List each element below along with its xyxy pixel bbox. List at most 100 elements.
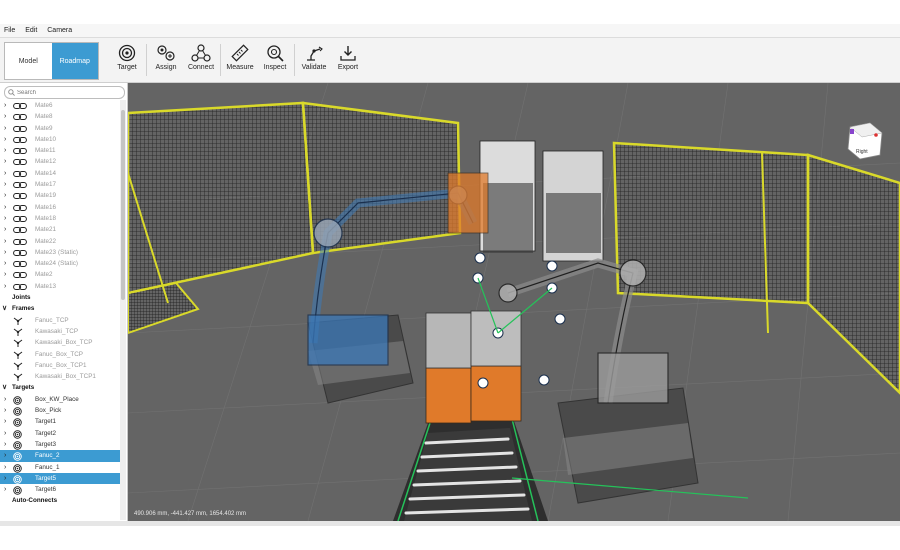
tree-section-joints[interactable]: Joints xyxy=(0,292,120,303)
tree-item-mate[interactable]: › Mate18 xyxy=(0,213,120,224)
tree-item-label: Mate18 xyxy=(35,214,57,222)
scene-render: Right xyxy=(128,83,900,521)
export-button[interactable]: Export xyxy=(328,42,368,80)
tree-item-mate[interactable]: › Mate10 xyxy=(0,134,120,145)
tree-item-target[interactable]: › Target5 xyxy=(0,472,120,485)
target-button[interactable]: Target xyxy=(107,42,147,80)
tree-item-target[interactable]: › Target2 xyxy=(0,428,120,439)
chevron-right-icon[interactable]: › xyxy=(4,224,6,235)
viewcube-face-label: Right xyxy=(856,149,868,155)
tree-item-label: Mate2 xyxy=(35,271,53,279)
tree-item-mate[interactable]: › Mate11 xyxy=(0,145,120,156)
chevron-right-icon[interactable]: › xyxy=(4,439,6,450)
tree-item-frame[interactable]: Kawasaki_Box_TCP1 xyxy=(0,371,120,382)
measure-button[interactable]: Measure xyxy=(220,42,260,80)
tree-scrollbar[interactable] xyxy=(120,100,126,520)
chevron-right-icon[interactable]: › xyxy=(4,416,6,427)
chevron-right-icon[interactable]: › xyxy=(4,462,6,473)
tree-item-frame[interactable]: Kawasaki_TCP xyxy=(0,326,120,337)
chevron-right-icon[interactable]: › xyxy=(4,473,6,484)
chevron-right-icon[interactable]: › xyxy=(4,247,6,258)
menu-bar: File Edit Camera xyxy=(0,24,900,38)
tree-item-target[interactable]: › Target6 xyxy=(0,484,120,495)
chevron-right-icon[interactable]: › xyxy=(4,134,6,145)
chevron-right-icon[interactable]: › xyxy=(4,269,6,280)
tree-item-label: Mate23 xyxy=(35,248,57,256)
scene-tree-panel: ›Mate6›Mate8›Mate9›Mate10›Mate11›Mate12›… xyxy=(0,83,128,521)
tree-item-label: Mate17 xyxy=(35,181,57,189)
tree-item-mate[interactable]: › Mate2 xyxy=(0,269,120,280)
tree-item-mate[interactable]: › Mate17 xyxy=(0,179,120,190)
tree-item-mate[interactable]: › Mate9 xyxy=(0,123,120,134)
chevron-right-icon[interactable]: › xyxy=(4,281,6,292)
tree-item-target[interactable]: › Fanuc_2 xyxy=(0,450,120,462)
tree-section-auto-connects[interactable]: Auto-Connects xyxy=(0,495,120,506)
menu-file[interactable]: File xyxy=(0,24,19,36)
chevron-right-icon[interactable]: › xyxy=(4,236,6,247)
tree-item-mate[interactable]: › Mate16 xyxy=(0,202,120,213)
tree-item-target[interactable]: › Target3 xyxy=(0,439,120,450)
chevron-right-icon[interactable]: › xyxy=(4,156,6,167)
chevron-right-icon[interactable]: › xyxy=(4,168,6,179)
3d-viewport[interactable]: Right 490.906 mm, -441.427 mm, 1654.402 … xyxy=(128,83,900,521)
chevron-right-icon[interactable]: › xyxy=(4,213,6,224)
tree-item-label: Fanuc_Box_TCP1 xyxy=(35,361,87,369)
tree-item-label: Fanuc_1 xyxy=(35,463,60,471)
tree-item-mate[interactable]: › Mate6 xyxy=(0,100,120,111)
download-icon xyxy=(340,46,356,61)
target-icon xyxy=(118,44,136,62)
search-input[interactable] xyxy=(17,87,117,98)
chevron-right-icon[interactable]: › xyxy=(4,394,6,405)
model-mode-button[interactable]: Model xyxy=(5,43,52,79)
tree-item-label: Fanuc_TCP xyxy=(35,316,69,324)
chevron-right-icon[interactable]: › xyxy=(4,450,6,461)
chevron-right-icon[interactable]: › xyxy=(4,202,6,213)
chevron-down-icon[interactable]: ∨ xyxy=(2,382,7,393)
tree-section-frames[interactable]: ∨ Frames xyxy=(0,303,120,314)
chevron-right-icon[interactable]: › xyxy=(4,111,6,122)
assign-button[interactable]: Assign xyxy=(146,42,186,80)
tree-item-target[interactable]: › Box_Pick xyxy=(0,405,120,416)
tree-item-mate[interactable]: › Mate23 (Static) xyxy=(0,247,120,258)
menu-edit[interactable]: Edit xyxy=(21,24,41,36)
tree-item-label: Mate6 xyxy=(35,102,53,109)
scrollbar-thumb[interactable] xyxy=(121,110,125,300)
tree-item-label: Kawasaki_Box_TCP1 xyxy=(35,373,96,381)
search-box[interactable] xyxy=(4,86,125,99)
tree-item-target[interactable]: › Box_KW_Place xyxy=(0,394,120,405)
tree-item-mate[interactable]: › Mate19 xyxy=(0,190,120,201)
inspect-button[interactable]: Inspect xyxy=(255,42,295,80)
chevron-down-icon[interactable]: ∨ xyxy=(2,303,7,314)
chevron-right-icon[interactable]: › xyxy=(4,258,6,269)
tree-item-frame[interactable]: Kawasaki_Box_TCP xyxy=(0,337,120,348)
tree-item-mate[interactable]: › Mate24 (Static) xyxy=(0,258,120,269)
chevron-right-icon[interactable]: › xyxy=(4,123,6,134)
tree-item-mate[interactable]: › Mate22 xyxy=(0,236,120,247)
tree-item-mate[interactable]: › Mate13 xyxy=(0,281,120,292)
tree-item-frame[interactable]: Fanuc_Box_TCP xyxy=(0,349,120,360)
chevron-right-icon[interactable]: › xyxy=(4,405,6,416)
tree-item-mate[interactable]: › Mate14 xyxy=(0,168,120,179)
chevron-right-icon[interactable]: › xyxy=(4,179,6,190)
inspect-icon xyxy=(267,45,284,62)
tree-item-mate[interactable]: › Mate21 xyxy=(0,224,120,235)
tree-item-frame[interactable]: Fanuc_Box_TCP1 xyxy=(0,360,120,371)
chevron-right-icon[interactable]: › xyxy=(4,484,6,495)
tree-item-target[interactable]: › Target1 xyxy=(0,416,120,428)
tree-item-mate[interactable]: › Mate12 xyxy=(0,156,120,167)
menu-camera[interactable]: Camera xyxy=(43,24,76,36)
tree-section-targets[interactable]: ∨ Targets xyxy=(0,382,120,393)
roadmap-mode-button[interactable]: Roadmap xyxy=(51,43,98,79)
chevron-right-icon[interactable]: › xyxy=(4,190,6,201)
tree-item-mate[interactable]: › Mate8 xyxy=(0,111,120,122)
chevron-right-icon[interactable]: › xyxy=(4,145,6,156)
tree-item-target[interactable]: › Fanuc_1 xyxy=(0,462,120,473)
tree-item-label: Joints xyxy=(12,294,31,302)
tree-item-label: Frames xyxy=(12,305,35,313)
chevron-right-icon[interactable]: › xyxy=(4,100,6,111)
app-window: File Edit Camera Model Roadmap Target As… xyxy=(0,24,900,521)
tree-item-frame[interactable]: Fanuc_TCP xyxy=(0,315,120,326)
chevron-right-icon[interactable]: › xyxy=(4,428,6,439)
connect-button[interactable]: Connect xyxy=(181,42,221,80)
status-bar xyxy=(0,521,900,526)
